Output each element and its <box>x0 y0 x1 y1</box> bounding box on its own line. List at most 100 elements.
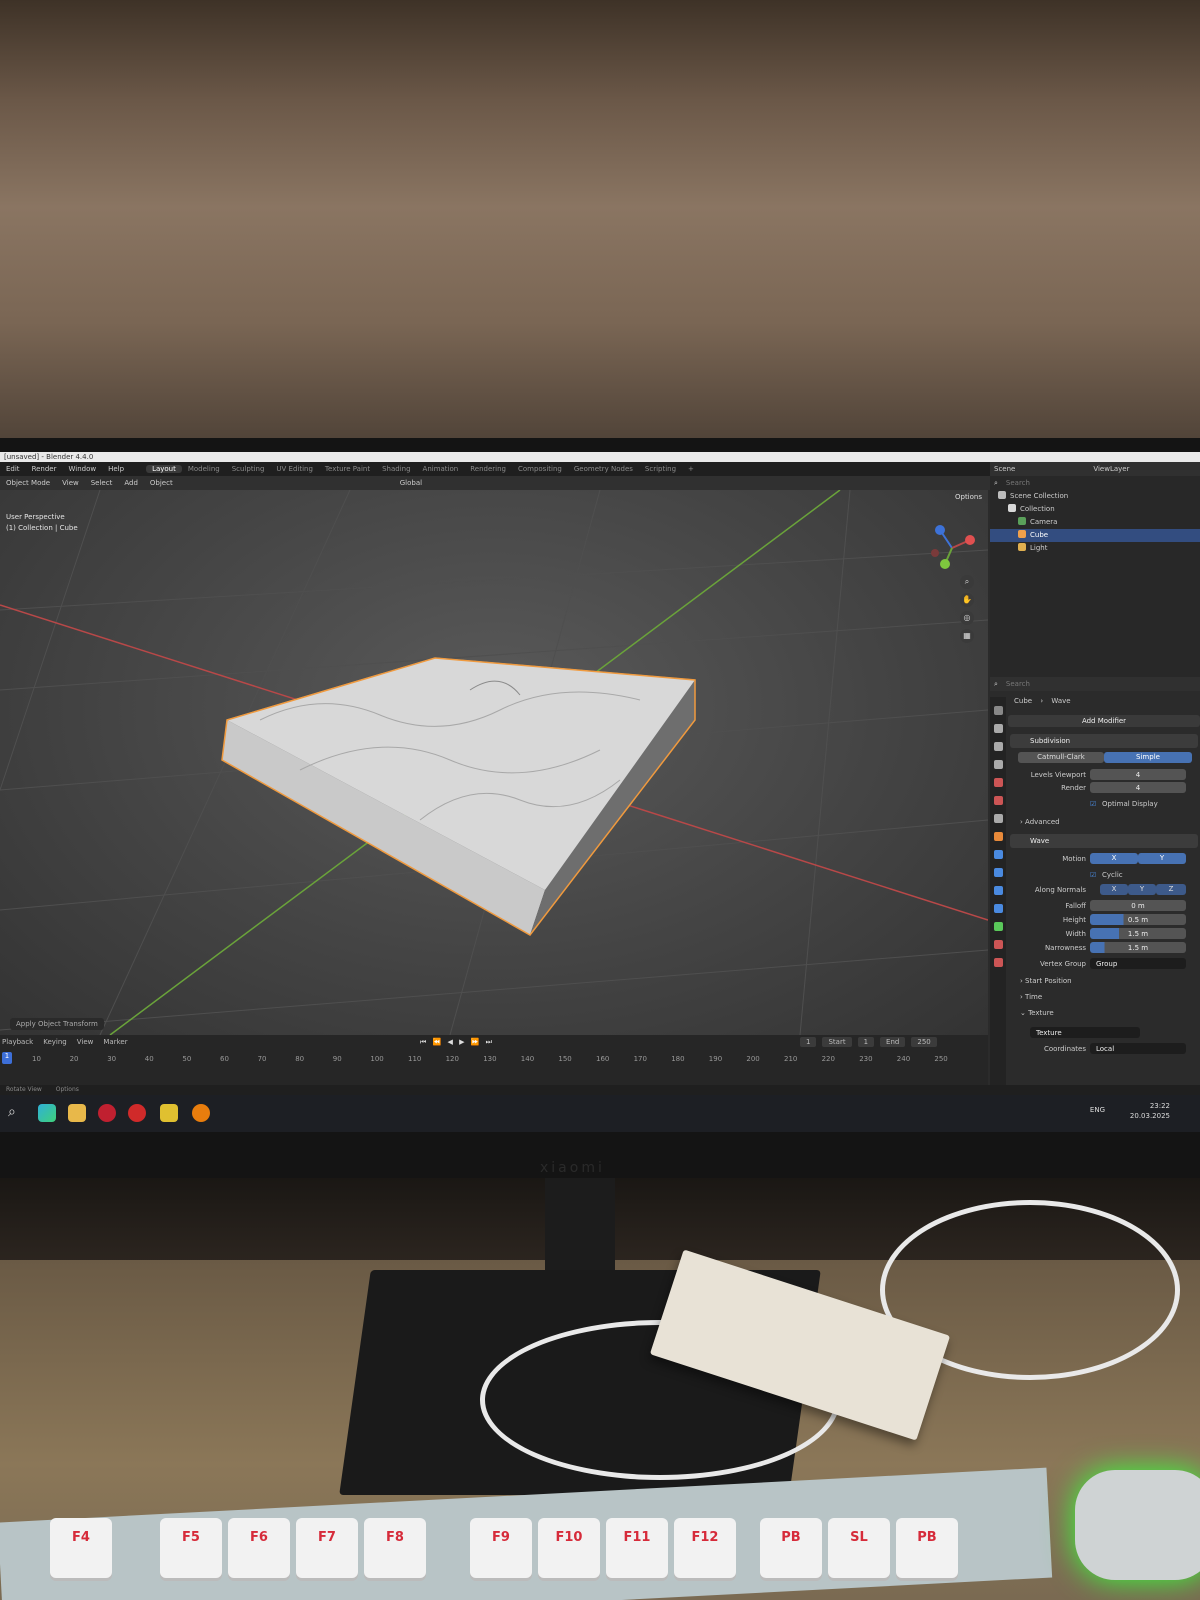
output-tab-icon[interactable] <box>993 742 1003 751</box>
menu-window[interactable]: Window <box>62 465 102 473</box>
object-menu[interactable]: Object <box>144 479 179 487</box>
tab-geometry-nodes[interactable]: Geometry Nodes <box>568 465 639 473</box>
world-tab-icon[interactable] <box>993 796 1003 805</box>
navigation-gizmo[interactable] <box>931 525 975 569</box>
scene-selector[interactable]: Scene <box>994 465 1015 473</box>
narrowness-slider[interactable]: 1.5 m <box>1090 942 1186 953</box>
outliner-item-scene-collection[interactable]: Scene Collection <box>990 490 1200 503</box>
playhead[interactable]: 1 <box>2 1052 12 1064</box>
current-frame-field[interactable]: 1 <box>800 1037 817 1047</box>
add-modifier-button[interactable]: Add Modifier <box>1008 715 1200 727</box>
falloff-field[interactable]: 0 m <box>1090 900 1186 911</box>
height-slider[interactable]: 0.5 m <box>1090 914 1186 925</box>
operator-panel[interactable]: Apply Object Transform <box>10 1018 104 1030</box>
tab-animation[interactable]: Animation <box>417 465 465 473</box>
time-panel[interactable]: › Time <box>1020 993 1042 1001</box>
3d-viewport[interactable]: User Perspective (1) Collection | Cube O… <box>0 490 988 1035</box>
blender-icon[interactable] <box>192 1104 210 1122</box>
clock[interactable]: 23:22 20.03.2025 <box>1130 1101 1170 1121</box>
physics-tab-icon[interactable] <box>993 886 1003 895</box>
start-position-panel[interactable]: › Start Position <box>1020 977 1072 985</box>
tab-uv-editing[interactable]: UV Editing <box>270 465 319 473</box>
outliner-object-icon <box>1018 517 1026 525</box>
tab-sculpting[interactable]: Sculpting <box>226 465 271 473</box>
hand-pan-icon[interactable]: ✋ <box>960 593 974 607</box>
material-tab-icon[interactable] <box>993 940 1003 949</box>
timeline-tick: 160 <box>596 1055 610 1063</box>
edge-browser-icon[interactable] <box>38 1104 56 1122</box>
playback-menu[interactable]: Playback <box>2 1038 33 1046</box>
render-levels-field[interactable]: 4 <box>1090 782 1186 793</box>
grid-toggle-icon[interactable]: ▦ <box>960 629 974 643</box>
add-workspace-button[interactable]: + <box>682 465 700 473</box>
normal-x-toggle[interactable]: X <box>1100 884 1128 895</box>
language-indicator[interactable]: ENG <box>1090 1106 1105 1114</box>
timeline-ruler[interactable]: 10 20 30 40 50 60 70 80 90 100 110 120 130 140 150 160 1… <box>0 1053 988 1067</box>
outliner-search[interactable]: Search <box>1006 479 1030 487</box>
tab-compositing[interactable]: Compositing <box>512 465 568 473</box>
texture-field[interactable]: Texture <box>1030 1027 1140 1038</box>
normal-z-toggle[interactable]: Z <box>1156 884 1186 895</box>
motion-y-toggle[interactable]: Y <box>1138 853 1186 864</box>
options-dropdown[interactable]: Options <box>955 493 982 501</box>
tab-shading[interactable]: Shading <box>376 465 416 473</box>
camera-view-icon[interactable]: ◎ <box>960 611 974 625</box>
opera-icon[interactable] <box>98 1104 116 1122</box>
app-icon[interactable] <box>128 1104 146 1122</box>
search-icon[interactable]: ⌕ <box>8 1104 26 1122</box>
select-menu[interactable]: Select <box>85 479 119 487</box>
data-tab-icon[interactable] <box>993 922 1003 931</box>
subdivision-modifier-header[interactable]: Subdivision <box>1010 734 1198 748</box>
menu-edit[interactable]: Edit <box>0 465 26 473</box>
keying-menu[interactable]: Keying <box>43 1038 67 1046</box>
tab-texture-paint[interactable]: Texture Paint <box>319 465 376 473</box>
collection-tab-icon[interactable] <box>993 814 1003 823</box>
constraints-tab-icon[interactable] <box>993 904 1003 913</box>
simple-toggle[interactable]: Simple <box>1104 752 1192 763</box>
view-menu[interactable]: View <box>56 479 85 487</box>
normal-y-toggle[interactable]: Y <box>1128 884 1156 895</box>
outliner-item-camera[interactable]: Camera <box>990 516 1200 529</box>
catmull-clark-toggle[interactable]: Catmull-Clark <box>1018 752 1104 763</box>
tab-scripting[interactable]: Scripting <box>639 465 682 473</box>
menu-help[interactable]: Help <box>102 465 130 473</box>
optimal-display-checkbox[interactable]: ☑ Optimal Display <box>1008 798 1200 810</box>
scene-tab-icon[interactable] <box>993 778 1003 787</box>
tab-modeling[interactable]: Modeling <box>182 465 226 473</box>
object-tab-icon[interactable] <box>993 832 1003 841</box>
texture-panel[interactable]: ⌄ Texture <box>1020 1009 1054 1017</box>
add-menu[interactable]: Add <box>118 479 144 487</box>
end-field[interactable]: 250 <box>911 1037 937 1047</box>
viewlayer-selector[interactable]: ViewLayer <box>1093 465 1129 473</box>
playback-controls[interactable]: ⏮ ⏪ ◀ ▶ ⏩ ⏭ <box>420 1038 494 1047</box>
render-tab-icon[interactable] <box>993 724 1003 733</box>
outliner-item-collection[interactable]: Collection <box>990 503 1200 516</box>
zoom-icon[interactable]: ⌕ <box>960 575 974 589</box>
motion-x-toggle[interactable]: X <box>1090 853 1138 864</box>
levels-viewport-field[interactable]: 4 <box>1090 769 1186 780</box>
marker-menu[interactable]: Marker <box>103 1038 127 1046</box>
tab-layout[interactable]: Layout <box>146 465 182 473</box>
particles-tab-icon[interactable] <box>993 868 1003 877</box>
view-layer-tab-icon[interactable] <box>993 760 1003 769</box>
start-field[interactable]: 1 <box>857 1037 875 1047</box>
outliner-item-light[interactable]: Light <box>990 542 1200 555</box>
coordinates-select[interactable]: Local <box>1090 1043 1186 1054</box>
texture-tab-icon[interactable] <box>993 958 1003 967</box>
wave-modifier-header[interactable]: Wave <box>1010 834 1198 848</box>
file-explorer-icon[interactable] <box>68 1104 86 1122</box>
tool-tab-icon[interactable] <box>993 706 1003 715</box>
vertex-group-field[interactable]: Group <box>1090 958 1186 969</box>
app-icon[interactable] <box>160 1104 178 1122</box>
menu-render[interactable]: Render <box>26 465 63 473</box>
width-slider[interactable]: 1.5 m <box>1090 928 1186 939</box>
outliner-item-cube[interactable]: Cube <box>990 529 1200 542</box>
modifier-tab-icon[interactable] <box>993 850 1003 859</box>
tab-rendering[interactable]: Rendering <box>464 465 512 473</box>
mode-select[interactable]: Object Mode <box>0 479 56 487</box>
cyclic-checkbox[interactable]: ☑ Cyclic <box>1008 869 1200 881</box>
timeline-tick: 90 <box>332 1055 342 1063</box>
orientation-select[interactable]: Global <box>394 479 428 487</box>
view-menu[interactable]: View <box>77 1038 94 1046</box>
advanced-panel[interactable]: › Advanced <box>1020 818 1060 826</box>
